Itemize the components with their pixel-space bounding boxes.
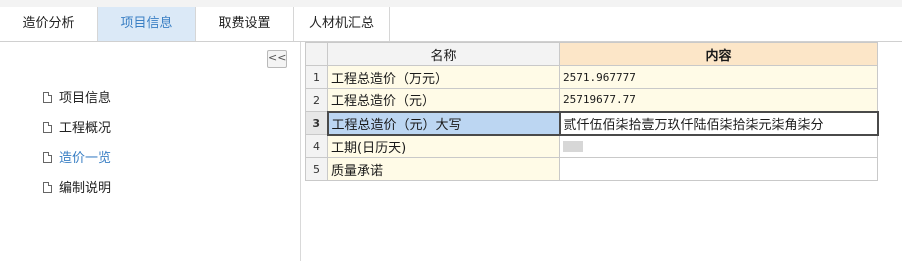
value-cell[interactable] <box>559 134 878 158</box>
sidebar-item-compilation-notes[interactable]: 编制说明 <box>43 178 111 200</box>
sidebar-item-project-overview[interactable]: 工程概况 <box>43 118 111 140</box>
value-cell[interactable]: 2571.967777 <box>559 65 878 89</box>
row-number[interactable]: 3 <box>305 111 328 135</box>
table-row[interactable]: 1 工程总造价（万元） 2571.967777 <box>305 65 878 89</box>
table-row[interactable]: 4 工期(日历天) <box>305 134 878 158</box>
name-cell[interactable]: 工程总造价（万元） <box>327 65 560 89</box>
collapse-sidebar-button[interactable]: << <box>267 50 287 68</box>
name-cell[interactable]: 质量承诺 <box>327 157 560 181</box>
sidebar-item-label: 项目信息 <box>59 91 112 106</box>
tab-fee-settings[interactable]: 取费设置 <box>196 7 294 41</box>
sidebar-item-project-info[interactable]: 项目信息 <box>43 88 111 110</box>
tab-project-info[interactable]: 项目信息 <box>98 7 196 41</box>
table-row-selected[interactable]: 3 工程总造价（元）大写 贰仟伍佰柒拾壹万玖仟陆佰柒拾柒元柒角柒分 <box>305 110 879 136</box>
sidebar-item-label: 工程概况 <box>59 121 112 136</box>
sidebar-item-label: 造价一览 <box>59 151 112 166</box>
table-header-row: 名称 内容 <box>305 42 878 66</box>
value-cell[interactable]: 贰仟伍佰柒拾壹万玖仟陆佰柒拾柒元柒角柒分 <box>558 110 879 136</box>
value-cell[interactable]: 25719677.77 <box>559 88 878 112</box>
table-row[interactable]: 5 质量承诺 <box>305 157 878 181</box>
sidebar-item-cost-overview[interactable]: 造价一览 <box>43 148 111 170</box>
tab-cost-analysis[interactable]: 造价分析 <box>0 7 98 41</box>
tab-bar: 造价分析 项目信息 取费设置 人材机汇总 <box>0 7 902 42</box>
name-cell[interactable]: 工程总造价（元）大写 <box>326 110 561 136</box>
column-header-name[interactable]: 名称 <box>327 42 560 66</box>
column-header-content[interactable]: 内容 <box>559 42 878 66</box>
row-number[interactable]: 2 <box>305 88 328 112</box>
document-icon <box>43 92 52 103</box>
row-number[interactable]: 1 <box>305 65 328 89</box>
document-icon <box>43 182 52 193</box>
name-cell[interactable]: 工期(日历天) <box>327 134 560 158</box>
redacted-value <box>563 141 583 153</box>
row-number-header <box>305 42 328 66</box>
sidebar-item-label: 编制说明 <box>59 181 112 196</box>
sidebar: << 项目信息 工程概况 造价一览 编制说明 <box>0 42 301 261</box>
row-number[interactable]: 4 <box>305 134 328 158</box>
project-info-table: 名称 内容 1 工程总造价（万元） 2571.967777 2 工程总造价（元）… <box>305 42 879 181</box>
row-number[interactable]: 5 <box>305 157 328 181</box>
name-cell[interactable]: 工程总造价（元） <box>327 88 560 112</box>
document-icon <box>43 152 52 163</box>
tab-labor-material-summary[interactable]: 人材机汇总 <box>294 7 390 41</box>
value-cell[interactable] <box>559 157 878 181</box>
table-row[interactable]: 2 工程总造价（元） 25719677.77 <box>305 88 878 112</box>
document-icon <box>43 122 52 133</box>
